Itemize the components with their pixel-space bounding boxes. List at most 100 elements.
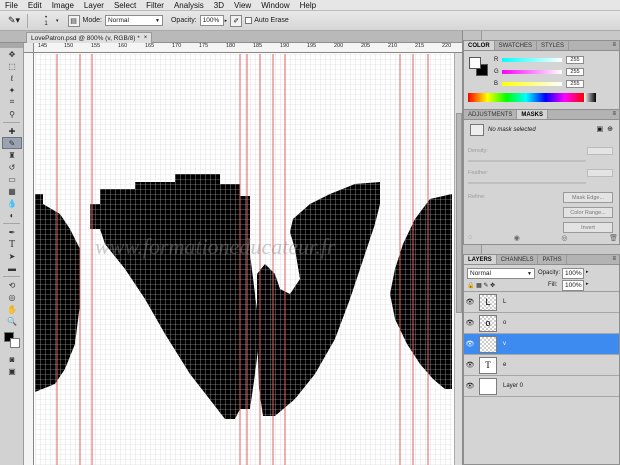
crop-tool-icon[interactable]: ⌗ [2, 96, 22, 108]
chevron-right-icon[interactable]: ▸ [586, 269, 589, 275]
opacity-field[interactable]: 100% [199, 15, 224, 26]
eye-icon[interactable]: 👁 [464, 319, 476, 327]
marquee-tool-icon[interactable]: ⬚ [2, 60, 22, 72]
menu-window[interactable]: Window [261, 1, 289, 10]
layer-row-e[interactable]: 👁 T e [464, 355, 619, 376]
tab-layers[interactable]: LAYERS [464, 255, 497, 264]
menu-file[interactable]: File [5, 1, 18, 10]
pixel-mask-icon[interactable]: ▣ [597, 125, 604, 133]
panel-menu-icon[interactable]: ≡ [612, 42, 616, 48]
layer-row-v[interactable]: 👁 v [464, 334, 619, 355]
close-icon[interactable]: × [144, 35, 148, 41]
layer-row-o[interactable]: 👁 o o [464, 313, 619, 334]
layer-name[interactable]: L [503, 299, 506, 305]
menu-select[interactable]: Select [114, 1, 136, 10]
3d-orbit-tool-icon[interactable]: ◎ [2, 291, 22, 303]
horizontal-ruler[interactable]: 145 150 155 160 165 170 175 180 185 190 … [34, 43, 462, 53]
pixel-canvas[interactable]: www.formationeducateur.fr [35, 54, 452, 465]
eye-icon[interactable]: 👁 [464, 340, 476, 348]
lock-options-icon[interactable]: 🔒 ▦ ✎ ✥ [467, 282, 495, 289]
layer-opacity-field[interactable]: 100% [562, 268, 584, 279]
foreground-color-chip[interactable] [469, 57, 481, 69]
tab-paths[interactable]: PATHS [538, 255, 567, 264]
load-selection-icon[interactable]: ◌ [468, 234, 472, 242]
panel-menu-icon[interactable]: ≡ [612, 111, 616, 117]
color-swatches[interactable] [2, 330, 22, 350]
panel-menu-icon[interactable]: ≡ [612, 256, 616, 262]
density-field[interactable] [587, 147, 613, 155]
tablet-pressure-icon[interactable]: ✐ [230, 14, 243, 27]
layer-name[interactable]: e [503, 362, 506, 368]
chevron-right-icon[interactable]: ▸ [586, 281, 589, 287]
background-color-swatch[interactable] [10, 338, 20, 348]
vector-mask-icon[interactable]: ⊕ [607, 125, 613, 133]
layer-row-layer-0[interactable]: 👁 Layer 0 [464, 376, 619, 397]
pen-tool-icon[interactable]: ✒ [2, 226, 22, 238]
ruler-origin[interactable] [24, 43, 34, 53]
mask-edge-button[interactable]: Mask Edge... [563, 192, 613, 203]
color-range-button[interactable]: Color Range... [563, 207, 613, 218]
vertical-ruler[interactable] [24, 53, 34, 465]
chevron-right-icon[interactable]: ▸ [225, 18, 228, 24]
layer-name[interactable]: Layer 0 [503, 383, 523, 389]
menu-filter[interactable]: Filter [146, 1, 164, 10]
mode-dropdown[interactable]: Normal ▼ [104, 15, 163, 26]
auto-erase-checkbox[interactable] [245, 17, 253, 24]
vertical-scrollbar[interactable] [454, 53, 462, 465]
eye-icon[interactable]: 👁 [464, 382, 476, 390]
tab-channels[interactable]: CHANNELS [497, 255, 539, 264]
clone-stamp-tool-icon[interactable]: ♜ [2, 149, 22, 161]
3d-rotate-tool-icon[interactable]: ⟲ [2, 279, 22, 291]
feather-slider[interactable] [468, 182, 586, 184]
tab-adjustments[interactable]: ADJUSTMENTS [464, 110, 518, 119]
move-tool-icon[interactable]: ✥ [2, 48, 22, 60]
menu-analysis[interactable]: Analysis [174, 1, 204, 10]
menu-3d[interactable]: 3D [214, 1, 224, 10]
screen-mode-icon[interactable]: ▣ [2, 365, 22, 377]
grayscale-ramp[interactable] [584, 93, 596, 102]
blend-mode-dropdown[interactable]: Normal ▼ [467, 268, 535, 279]
type-tool-icon[interactable]: T [2, 238, 22, 250]
lasso-tool-icon[interactable]: ℓ [2, 72, 22, 84]
menu-view[interactable]: View [234, 1, 251, 10]
gradient-tool-icon[interactable]: ▦ [2, 185, 22, 197]
brush-size-picker[interactable]: • 1 [36, 14, 56, 28]
tab-masks[interactable]: MASKS [517, 110, 549, 119]
document-tab[interactable]: LovePatron.psd @ 800% (v, RGB/8) * × [26, 32, 153, 43]
disable-mask-icon[interactable]: ◎ [561, 234, 567, 242]
quick-select-tool-icon[interactable]: ✦ [2, 84, 22, 96]
color-spectrum-bar[interactable] [468, 93, 584, 102]
menu-edit[interactable]: Edit [28, 1, 42, 10]
eye-icon[interactable]: 👁 [464, 298, 476, 306]
zoom-tool-icon[interactable]: 🔍 [2, 315, 22, 327]
blur-tool-icon[interactable]: 💧 [2, 197, 22, 209]
green-channel-slider[interactable] [502, 69, 562, 74]
apply-mask-icon[interactable]: ◉ [514, 234, 520, 242]
history-brush-tool-icon[interactable]: ↺ [2, 161, 22, 173]
brush-panel-toggle-icon[interactable]: ▤ [67, 14, 80, 27]
pencil-tool-preset-icon[interactable]: ✎▾ [5, 14, 23, 28]
eye-icon[interactable]: 👁 [464, 361, 476, 369]
menu-help[interactable]: Help [300, 1, 316, 10]
density-slider[interactable] [468, 160, 586, 162]
fill-field[interactable]: 100% [562, 280, 584, 291]
eyedropper-tool-icon[interactable]: ⚲ [2, 108, 22, 120]
feather-field[interactable] [587, 169, 613, 177]
layer-row-L[interactable]: 👁 L L [464, 292, 619, 313]
layer-name[interactable]: v [503, 341, 506, 347]
menu-image[interactable]: Image [52, 1, 74, 10]
healing-brush-tool-icon[interactable]: ✚ [2, 125, 22, 137]
menu-layer[interactable]: Layer [84, 1, 104, 10]
blue-channel-slider[interactable] [502, 81, 562, 86]
blue-channel-value[interactable]: 255 [566, 79, 584, 88]
red-channel-value[interactable]: 255 [566, 55, 584, 64]
invert-button[interactable]: Invert [563, 222, 613, 233]
layer-name[interactable]: o [503, 320, 506, 326]
quick-mask-icon[interactable]: ◙ [2, 353, 22, 365]
red-channel-slider[interactable] [502, 57, 562, 62]
tab-styles[interactable]: STYLES [537, 41, 570, 50]
tab-swatches[interactable]: SWATCHES [495, 41, 538, 50]
path-select-tool-icon[interactable]: ➤ [2, 250, 22, 262]
hand-tool-icon[interactable]: ✋ [2, 303, 22, 315]
shape-tool-icon[interactable]: ▬ [2, 262, 22, 274]
